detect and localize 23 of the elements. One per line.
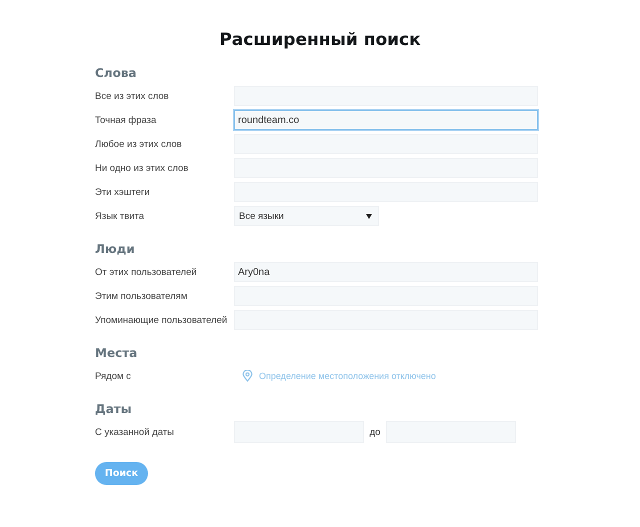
field-label: Любое из этих слов [95,138,183,150]
field-label: Этим пользователям [95,290,188,302]
field-label: Упоминающие пользователей [95,314,228,326]
text-field[interactable]: roundteam.co [234,110,538,130]
caret-icon [366,214,372,218]
section-heading: Места [95,346,138,360]
field-label: Все из этих слов [95,90,170,102]
field-label: Рядом с [95,370,132,382]
date-separator: до [368,426,382,438]
field-label: Точная фраза [95,114,158,126]
field-label: Язык твита [95,210,146,222]
field-label: От этих пользователей [95,266,198,278]
section-heading: Слова [95,66,138,80]
section-heading: Люди [95,242,136,256]
field-label: С указанной даты [95,426,175,438]
section-heading: Даты [95,402,133,416]
location-pin-icon [242,370,253,382]
page-title: Расширенный поиск [218,30,422,50]
language-dropdown[interactable]: Все языки [234,206,379,226]
field-label: Ни одно из этих слов [95,162,190,174]
field-label: Эти хэштеги [95,186,151,198]
location-status-text: Определение местоположения отключено [259,371,436,381]
text-field[interactable]: Ary0na [234,262,538,282]
